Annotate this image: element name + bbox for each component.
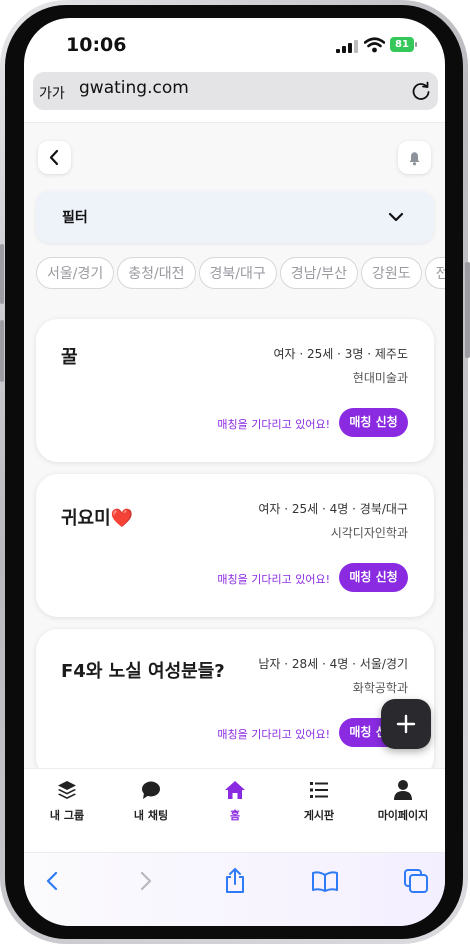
volume-up-button [0, 244, 4, 304]
filter-label: 필터 [62, 210, 88, 226]
notification-button[interactable] [398, 141, 431, 174]
browser-back-icon[interactable] [39, 867, 67, 895]
layers-icon [58, 781, 76, 799]
text-size-button[interactable]: 가가 [39, 83, 65, 103]
region-chip[interactable]: 경남/부산 [279, 257, 358, 289]
apply-match-button[interactable]: 매칭 신청 [339, 408, 408, 437]
card-meta: 여자 · 25세 · 4명 · 경북/대구 [258, 502, 408, 516]
matching-status: 매칭을 기다리고 있어요! [217, 728, 330, 741]
group-card[interactable]: 꿀 여자 · 25세 · 3명 · 제주도 현대미술과 매칭을 기다리고 있어요… [36, 319, 434, 462]
plus-icon [396, 714, 416, 734]
person-icon [394, 780, 412, 800]
card-title: 꿀 [61, 347, 78, 368]
tab-label: 마이페이지 [377, 809, 429, 822]
card-major: 현대미술과 [352, 371, 408, 385]
region-chips: 서울/경기충청/대전경북/대구경남/부산강원도전라 [36, 257, 445, 297]
filter-dropdown[interactable]: 필터 [36, 191, 434, 243]
card-meta: 여자 · 25세 · 3명 · 제주도 [273, 347, 408, 361]
home-icon [225, 781, 245, 799]
tab-my-chat[interactable]: 내 채팅 [109, 779, 193, 823]
card-major: 화학공학과 [352, 681, 408, 695]
tab-my-group[interactable]: 내 그룹 [25, 779, 109, 823]
region-chip[interactable]: 전라 [424, 257, 445, 289]
chat-bubble-icon [142, 781, 160, 799]
page-content: 필터 서울/경기충청/대전경북/대구경남/부산강원도전라 꿀 여자 · 25세 … [24, 123, 445, 768]
back-button[interactable] [38, 141, 71, 174]
region-chip[interactable]: 강원도 [361, 257, 422, 289]
card-title: 귀요미❤️ [61, 508, 134, 529]
region-chip[interactable]: 서울/경기 [36, 257, 115, 289]
tab-home[interactable]: 홈 [193, 779, 277, 823]
card-meta: 남자 · 28세 · 4명 · 서울/경기 [258, 657, 408, 671]
region-chip[interactable]: 충청/대전 [117, 257, 196, 289]
chevron-left-icon [49, 149, 59, 166]
group-card[interactable]: F4와 노실 여성분들? 남자 · 28세 · 4명 · 서울/경기 화학공학과… [36, 629, 434, 768]
tab-board[interactable]: 게시판 [277, 779, 361, 823]
tab-label: 홈 [229, 809, 241, 822]
address-bar[interactable]: 가가 gwating.com [33, 72, 438, 110]
browser-toolbar [24, 852, 445, 926]
apply-match-button[interactable]: 매칭 신청 [339, 563, 408, 592]
volume-down-button [0, 320, 4, 382]
card-title: F4와 노실 여성분들? [61, 661, 225, 682]
region-chip[interactable]: 경북/대구 [198, 257, 277, 289]
tab-label: 내 그룹 [49, 809, 85, 822]
matching-status: 매칭을 기다리고 있어요! [217, 418, 330, 431]
tab-label: 게시판 [303, 809, 335, 822]
tab-label: 내 채팅 [133, 809, 169, 822]
status-time: 10:06 [66, 34, 127, 56]
bell-icon [409, 152, 420, 166]
chevron-down-icon [388, 212, 404, 222]
tabs-icon[interactable] [402, 867, 430, 895]
battery-cap [415, 42, 417, 47]
card-major: 시각디자인학과 [330, 526, 408, 540]
wifi-icon [364, 37, 385, 53]
list-icon [310, 782, 328, 798]
reload-icon[interactable] [410, 80, 432, 102]
matching-status: 매칭을 기다리고 있어요! [217, 573, 330, 586]
battery-icon: 81 [390, 37, 414, 52]
power-button [465, 262, 470, 358]
cellular-signal-icon [336, 40, 358, 53]
screen: 10:06 81 가가 gwating.com 필터 서울/경기 충청/대전 경… [24, 18, 445, 926]
bottom-tab-bar: 내 그룹 내 채팅 홈 게시판 마이페이지 [24, 768, 445, 853]
browser-forward-icon[interactable] [131, 867, 159, 895]
tab-my-page[interactable]: 마이페이지 [361, 779, 445, 823]
share-icon[interactable] [221, 867, 249, 895]
create-group-button[interactable] [381, 699, 431, 749]
group-card[interactable]: 귀요미❤️ 여자 · 25세 · 4명 · 경북/대구 시각디자인학과 매칭을 … [36, 474, 434, 617]
bookmarks-icon[interactable] [311, 867, 339, 895]
url-text[interactable]: gwating.com [79, 78, 189, 98]
